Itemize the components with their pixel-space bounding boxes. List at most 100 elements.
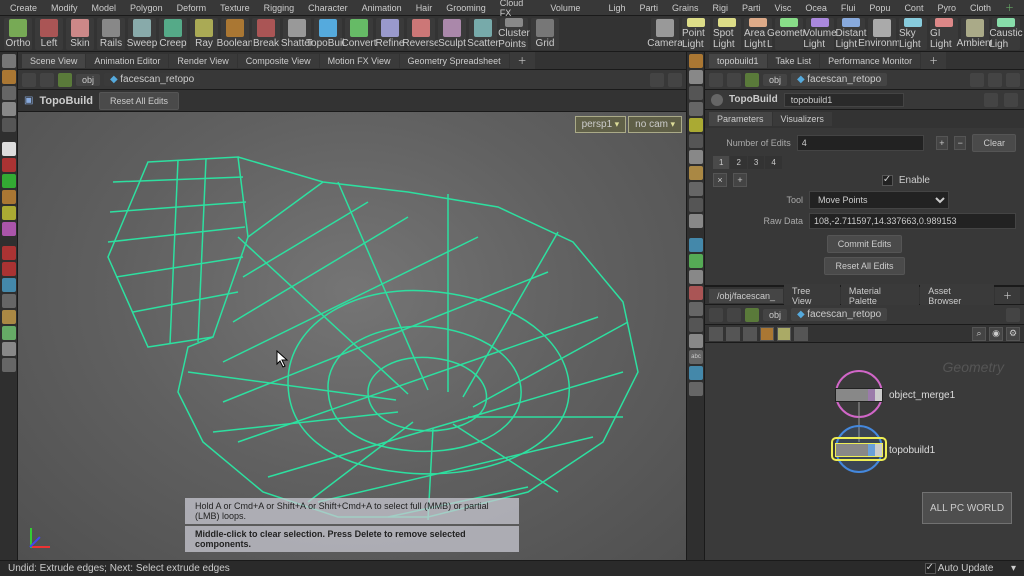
menu-character[interactable]: Character	[302, 2, 354, 14]
net-view4-icon[interactable]	[794, 327, 808, 341]
shelf-volume-light[interactable]: Volume Light	[806, 18, 834, 50]
net-view3-icon[interactable]	[777, 327, 791, 341]
shelf-scatter[interactable]: Scatter	[469, 18, 497, 50]
pin3-icon[interactable]	[1006, 308, 1020, 322]
edit-tab-4[interactable]: 4	[765, 156, 781, 169]
input-num-edits[interactable]	[797, 135, 924, 151]
gear2-icon[interactable]	[1006, 73, 1020, 87]
menu-parti2[interactable]: Parti	[736, 2, 767, 14]
grid-tool-icon[interactable]	[2, 342, 16, 356]
bulb-icon[interactable]	[689, 166, 703, 180]
menu-model[interactable]: Model	[86, 2, 123, 14]
menu-deform[interactable]: Deform	[171, 2, 213, 14]
tab-asset-browser[interactable]: Asset Browser	[920, 284, 994, 308]
pin2-icon[interactable]	[970, 73, 984, 87]
menu-rigi[interactable]: Rigi	[707, 2, 735, 14]
shelf-spot-light[interactable]: Spot Light	[713, 18, 741, 50]
edit-remove-icon[interactable]: ×	[713, 173, 727, 187]
nocam-badge[interactable]: no cam ▾	[628, 116, 682, 133]
disp-d-icon[interactable]	[689, 286, 703, 300]
net-opts-icon[interactable]: ⚙	[1006, 327, 1020, 341]
shelf-left[interactable]: Left	[35, 18, 63, 50]
path-node2[interactable]: ◆ facescan_retopo	[791, 73, 887, 86]
nav-back3-icon[interactable]	[709, 308, 723, 322]
select-tool-icon[interactable]	[2, 54, 16, 68]
menu-polygon[interactable]: Polygon	[124, 2, 169, 14]
lasso-tool-icon[interactable]	[2, 70, 16, 84]
num-edits-minus-icon[interactable]: −	[954, 136, 966, 150]
edit-tab-2[interactable]: 2	[730, 156, 746, 169]
shelf-rails[interactable]: Rails	[97, 18, 125, 50]
tab-render-view[interactable]: Render View	[169, 54, 236, 68]
menu-ocea[interactable]: Ocea	[799, 2, 833, 14]
knife-tool-icon[interactable]	[2, 294, 16, 308]
net-list-icon[interactable]	[709, 327, 723, 341]
edit-tab-1[interactable]: 1	[713, 156, 729, 169]
path-node3[interactable]: ◆ facescan_retopo	[791, 308, 887, 321]
auto-update-checkbox[interactable]	[925, 563, 936, 574]
shelf-convert[interactable]: Convert	[345, 18, 373, 50]
edit-add-icon[interactable]: +	[733, 173, 747, 187]
tab-anim-editor[interactable]: Animation Editor	[86, 54, 168, 68]
shelf-environme[interactable]: Environme	[868, 18, 896, 50]
flag-icon[interactable]	[988, 73, 1002, 87]
shelf-grid[interactable]: Grid	[531, 18, 559, 50]
reset-all-edits-button[interactable]: Reset All Edits	[99, 92, 179, 110]
lock-icon[interactable]	[689, 86, 703, 100]
shelf-cluster-points[interactable]: Cluster Points	[500, 18, 528, 50]
disp-b-icon[interactable]	[689, 254, 703, 268]
node-object-merge1[interactable]: object_merge1	[835, 388, 955, 402]
net-view2-icon[interactable]	[760, 327, 774, 341]
input-raw-data[interactable]	[809, 213, 1016, 229]
sphere-tool-icon[interactable]	[2, 158, 16, 172]
tab-material-palette[interactable]: Material Palette	[841, 284, 919, 308]
shading-icon[interactable]	[689, 70, 703, 84]
shelf-sweep[interactable]: Sweep	[128, 18, 156, 50]
shelf-geometry-l[interactable]: Geometry L	[775, 18, 803, 50]
nav-fwd2-icon[interactable]	[727, 73, 741, 87]
net-grid-icon[interactable]	[726, 327, 740, 341]
shelf-gi-light[interactable]: GI Light	[930, 18, 958, 50]
disp-h-icon[interactable]	[689, 366, 703, 380]
nav-fwd3-icon[interactable]	[727, 308, 741, 322]
clear-button[interactable]: Clear	[972, 134, 1016, 152]
menu-cloudfx[interactable]: Cloud FX	[494, 0, 543, 19]
menu-texture[interactable]: Texture	[214, 2, 256, 14]
num-edits-plus-icon[interactable]: +	[936, 136, 948, 150]
reset-edits-button[interactable]: Reset All Edits	[824, 257, 904, 275]
enable-checkbox[interactable]	[882, 175, 893, 186]
extrude-tool-icon[interactable]	[2, 278, 16, 292]
disp-c-icon[interactable]	[689, 270, 703, 284]
inset-tool-icon[interactable]	[2, 326, 16, 340]
tab-topobuild1[interactable]: topobuild1	[709, 54, 767, 68]
shelf-caustic-ligh[interactable]: Caustic Ligh	[992, 18, 1020, 50]
path-root[interactable]: obj	[76, 74, 100, 86]
menu-cloth[interactable]: Cloth	[964, 2, 997, 14]
tab-add2-icon[interactable]: ＋	[921, 52, 946, 69]
shelf-point-light[interactable]: Point Light	[682, 18, 710, 50]
expand-icon[interactable]	[668, 73, 682, 87]
disp-g-icon[interactable]	[689, 334, 703, 348]
shelf-sky-light[interactable]: Sky Light	[899, 18, 927, 50]
menu-animation[interactable]: Animation	[356, 2, 408, 14]
disp-opts-icon[interactable]	[689, 382, 703, 396]
shelf-ray[interactable]: Ray	[190, 18, 218, 50]
node-gear-icon[interactable]	[711, 94, 723, 106]
display-options-icon[interactable]	[689, 54, 703, 68]
disp-a-icon[interactable]	[689, 238, 703, 252]
menu-modify[interactable]: Modify	[45, 2, 84, 14]
tab-add3-icon[interactable]: ＋	[995, 287, 1020, 304]
shelf-skin[interactable]: Skin	[66, 18, 94, 50]
shelf-topobuild[interactable]: TopoBuild	[314, 18, 342, 50]
menu-grains[interactable]: Grains	[666, 2, 705, 14]
box-tool-icon[interactable]	[2, 86, 16, 100]
menu-add-icon[interactable]: ＋	[999, 0, 1020, 15]
shelf-reverse[interactable]: Reverse	[407, 18, 435, 50]
path-node[interactable]: ◆ facescan_retopo	[104, 73, 200, 86]
tab-visualizers[interactable]: Visualizers	[773, 112, 832, 126]
ghost-icon[interactable]	[689, 150, 703, 164]
menu-pyro[interactable]: Pyro	[931, 2, 962, 14]
wireframe-icon[interactable]	[689, 134, 703, 148]
disk-tool-icon[interactable]	[2, 206, 16, 220]
tab-parameters[interactable]: Parameters	[709, 112, 772, 126]
